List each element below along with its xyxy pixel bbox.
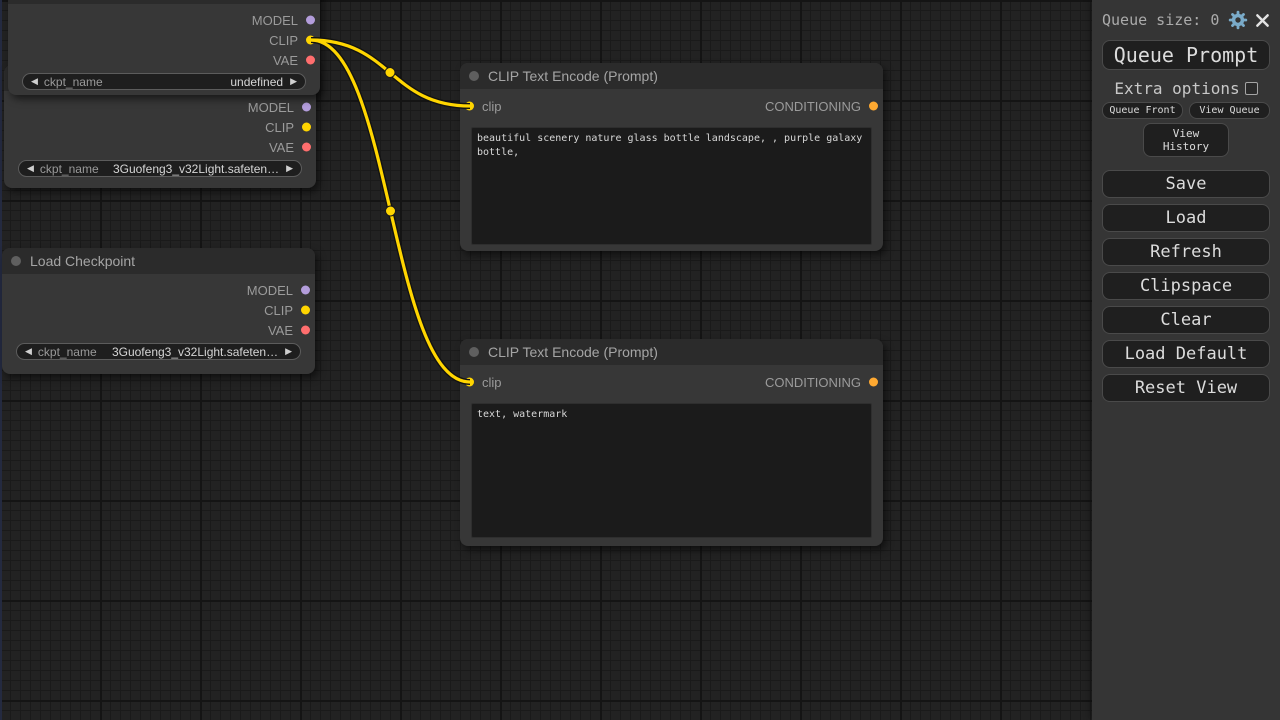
node-title-bar[interactable]: Load Checkpoint [2,248,315,274]
comfyui-app: MODEL CLIP VAE ◀ ckpt_name 3Guofeng3_v32… [0,0,1280,720]
output-slot-label: VAE [269,140,294,155]
combo-right-arrow-icon[interactable]: ▶ [286,164,293,173]
output-slot-label: MODEL [247,283,293,298]
widget-value: 3Guofeng3_v32Light.safeten… [112,345,278,359]
collapse-dot-icon[interactable] [469,347,479,357]
combo-left-arrow-icon[interactable]: ◀ [31,77,38,86]
clip-output-dot[interactable] [301,306,310,315]
ckpt-name-combo-widget[interactable]: ◀ ckpt_name 3Guofeng3_v32Light.safeten… … [18,160,302,177]
widget-label: ckpt_name [40,162,99,176]
output-slot-row: VAE [8,50,320,70]
output-slot-row: VAE [4,137,316,157]
positive-prompt-textarea[interactable]: beautiful scenery nature glass bottle la… [471,127,872,245]
load-checkpoint-node-top[interactable]: MODEL CLIP VAE ◀ ckpt_name undefined ▶ [8,0,320,95]
node-title: Load Checkpoint [30,253,135,269]
slot-row: clip CONDITIONING [460,372,883,392]
link-midpoint-dot [386,206,396,216]
vae-output-dot[interactable] [302,143,311,152]
link-midpoint-dot [385,68,395,78]
slot-row: clip CONDITIONING [460,96,883,116]
output-slot-row: MODEL [8,10,320,30]
conditioning-output-dot[interactable] [869,102,878,111]
widget-value: 3Guofeng3_v32Light.safeten… [113,162,279,176]
clip-text-encode-positive-node[interactable]: CLIP Text Encode (Prompt) clip CONDITION… [460,63,883,251]
node-title: CLIP Text Encode (Prompt) [488,68,658,84]
combo-left-arrow-icon[interactable]: ◀ [25,347,32,356]
input-slot-label: clip [482,99,502,114]
queue-size-label: Queue size: 0 [1102,11,1221,29]
output-slot-row: CLIP [4,117,316,137]
node-title-bar[interactable] [8,0,320,4]
output-slot-label: MODEL [252,13,298,28]
close-icon[interactable] [1255,13,1270,28]
node-title-bar[interactable]: CLIP Text Encode (Prompt) [460,339,883,365]
load-default-button[interactable]: Load Default [1102,340,1270,368]
link-wire [311,40,470,382]
node-title: CLIP Text Encode (Prompt) [488,344,658,360]
negative-prompt-textarea[interactable]: text, watermark [471,403,872,538]
model-output-dot[interactable] [301,286,310,295]
view-queue-button[interactable]: View Queue [1189,102,1270,119]
clip-input-dot[interactable] [465,102,474,111]
sidebar-menu: Queue size: 0 Que [1092,0,1280,720]
extra-options-row: Extra options [1102,79,1270,97]
widget-label: ckpt_name [38,345,97,359]
output-slot-label: CONDITIONING [765,99,861,114]
output-slot-row: VAE [2,320,315,340]
output-slot-label: CLIP [264,303,293,318]
combo-right-arrow-icon[interactable]: ▶ [285,347,292,356]
output-slot-label: VAE [268,323,293,338]
extra-options-label: Extra options [1114,79,1239,98]
collapse-dot-icon[interactable] [469,71,479,81]
output-slot-label: CONDITIONING [765,375,861,390]
reset-view-button[interactable]: Reset View [1102,374,1270,402]
save-button[interactable]: Save [1102,170,1270,198]
clip-input-dot[interactable] [465,378,474,387]
combo-left-arrow-icon[interactable]: ◀ [27,164,34,173]
clear-button[interactable]: Clear [1102,306,1270,334]
model-output-dot[interactable] [306,16,315,25]
queue-buttons-row: Queue Front View Queue [1102,102,1270,119]
widget-value: undefined [230,75,283,89]
clipspace-button[interactable]: Clipspace [1102,272,1270,300]
output-slot-row: CLIP [8,30,320,50]
ckpt-name-combo-widget[interactable]: ◀ ckpt_name 3Guofeng3_v32Light.safeten… … [16,343,301,360]
load-button[interactable]: Load [1102,204,1270,232]
node-title-bar[interactable]: CLIP Text Encode (Prompt) [460,63,883,89]
output-slot-label: CLIP [269,33,298,48]
output-slot-label: CLIP [265,120,294,135]
link-wire [311,40,470,106]
graph-canvas[interactable]: MODEL CLIP VAE ◀ ckpt_name 3Guofeng3_v32… [0,0,1092,720]
clip-text-encode-negative-node[interactable]: CLIP Text Encode (Prompt) clip CONDITION… [460,339,883,546]
output-slot-label: VAE [273,53,298,68]
widget-label: ckpt_name [44,75,103,89]
view-history-button[interactable]: View History [1143,123,1229,157]
conditioning-output-dot[interactable] [869,378,878,387]
menu-header: Queue size: 0 [1102,0,1270,40]
settings-gear-icon[interactable] [1228,10,1248,30]
vae-output-dot[interactable] [301,326,310,335]
refresh-button[interactable]: Refresh [1102,238,1270,266]
output-slot-row: CLIP [2,300,315,320]
clip-output-dot[interactable] [306,36,315,45]
vae-output-dot[interactable] [306,56,315,65]
queue-prompt-button[interactable]: Queue Prompt [1102,40,1270,70]
input-slot-label: clip [482,375,502,390]
output-slot-row: MODEL [4,97,316,117]
extra-options-checkbox[interactable] [1245,82,1258,95]
queue-front-button[interactable]: Queue Front [1102,102,1183,119]
combo-right-arrow-icon[interactable]: ▶ [290,77,297,86]
output-slot-label: MODEL [248,100,294,115]
load-checkpoint-node-bottom[interactable]: Load Checkpoint MODEL CLIP VAE ◀ ckpt_na… [2,248,315,374]
collapse-dot-icon[interactable] [11,256,21,266]
clip-output-dot[interactable] [302,123,311,132]
model-output-dot[interactable] [302,103,311,112]
output-slot-row: MODEL [2,280,315,300]
ckpt-name-combo-widget[interactable]: ◀ ckpt_name undefined ▶ [22,73,306,90]
